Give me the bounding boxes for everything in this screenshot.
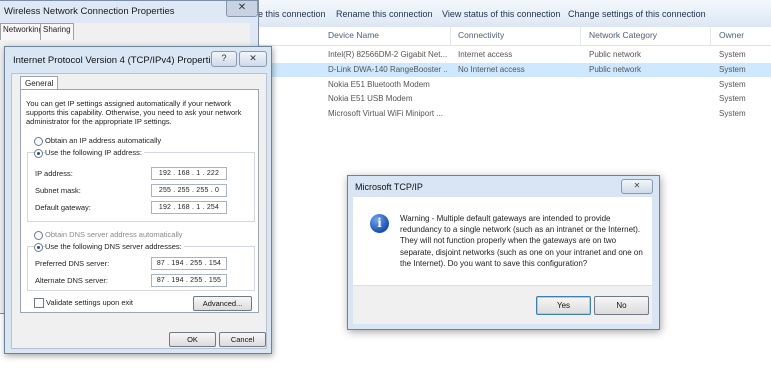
column-connectivity[interactable]: Connectivity: [458, 30, 504, 40]
warning-message-text: Warning - Multiple default gateways are …: [400, 214, 643, 268]
close-button[interactable]: ✕: [621, 179, 653, 194]
toolbar-change-settings[interactable]: Change settings of this connection: [568, 9, 706, 19]
obtain-dns-auto-label[interactable]: Obtain DNS server address automatically: [45, 230, 183, 239]
validate-settings-checkbox[interactable]: [34, 298, 44, 308]
use-following-ip-label[interactable]: Use the following IP address:: [45, 148, 144, 157]
cell-device: Nokia E51 Bluetooth Modem: [328, 80, 430, 89]
default-gateway-field[interactable]: 192 . 168 . 1 . 254: [151, 201, 227, 214]
toolbar-view-status[interactable]: View status of this connection: [442, 9, 560, 19]
use-following-dns-radio[interactable]: [34, 243, 43, 252]
cancel-button[interactable]: Cancel: [219, 332, 266, 347]
use-following-dns-label[interactable]: Use the following DNS server addresses:: [45, 242, 184, 251]
alternate-dns-field[interactable]: 87 . 194 . 255 . 155: [151, 274, 227, 287]
use-following-ip-radio[interactable]: [34, 149, 43, 158]
column-network-category[interactable]: Network Category: [589, 30, 657, 40]
default-gateway-label: Default gateway:: [35, 203, 91, 212]
cell-category: Public network: [589, 65, 642, 74]
obtain-ip-auto-label[interactable]: Obtain an IP address automatically: [45, 136, 161, 145]
close-button[interactable]: ✕: [239, 51, 267, 67]
subnet-mask-label: Subnet mask:: [35, 186, 81, 195]
cell-owner: System: [719, 94, 746, 103]
ipv4-dialog-content: General You can get IP settings assigned…: [11, 73, 267, 349]
intro-text-line: administrator for the appropriate IP set…: [26, 117, 172, 126]
cell-device: Intel(R) 82566DM-2 Gigabit Net...: [328, 50, 448, 59]
connection-row[interactable]: Microsoft Virtual WiFi Miniport ... Syst…: [240, 107, 771, 121]
advanced-button[interactable]: Advanced...: [193, 296, 252, 311]
column-divider[interactable]: [710, 27, 711, 45]
cell-device: D-Link DWA-140 RangeBooster ...: [328, 65, 448, 74]
ipv4-dialog-title: Internet Protocol Version 4 (TCP/IPv4) P…: [13, 55, 221, 66]
subnet-mask-field[interactable]: 255 . 255 . 255 . 0: [151, 184, 227, 197]
warning-dialog-title: Microsoft TCP/IP: [355, 182, 423, 192]
obtain-dns-auto-radio[interactable]: [34, 231, 43, 240]
cell-connectivity: Internet access: [458, 50, 513, 59]
column-owner[interactable]: Owner: [719, 30, 744, 40]
cell-device: Nokia E51 USB Modem: [328, 94, 413, 103]
intro-text-line: You can get IP settings assigned automat…: [26, 99, 232, 108]
cell-owner: System: [719, 80, 746, 89]
cell-owner: System: [719, 109, 746, 118]
ip-address-field[interactable]: 192 . 168 . 1 . 222: [151, 167, 227, 180]
wireless-close-button[interactable]: ✕: [226, 1, 258, 17]
ip-address-label: IP address:: [35, 169, 73, 178]
cell-owner: System: [719, 50, 746, 59]
column-divider[interactable]: [450, 27, 451, 45]
connection-row-selected[interactable]: D-Link DWA-140 RangeBooster ... No Inter…: [240, 63, 771, 77]
warning-dialog-footer: Yes No: [353, 285, 652, 324]
column-device-name[interactable]: Device Name: [328, 30, 379, 40]
alternate-dns-label: Alternate DNS server:: [35, 276, 108, 285]
connection-row[interactable]: Intel(R) 82566DM-2 Gigabit Net... Intern…: [240, 48, 771, 62]
preferred-dns-field[interactable]: 87 . 194 . 255 . 154: [151, 257, 227, 270]
tab-general[interactable]: General: [20, 76, 59, 90]
column-divider[interactable]: [580, 27, 581, 45]
preferred-dns-label: Preferred DNS server:: [35, 259, 110, 268]
obtain-ip-auto-radio[interactable]: [34, 137, 43, 146]
toolbar-diagnose-connection[interactable]: e this connection: [258, 9, 326, 19]
validate-settings-label[interactable]: Validate settings upon exit: [46, 298, 133, 307]
help-button[interactable]: ?: [211, 51, 237, 67]
warning-message-body: i Warning - Multiple default gateways ar…: [353, 197, 652, 285]
connection-row[interactable]: Nokia E51 Bluetooth Modem System: [240, 78, 771, 92]
cell-connectivity: No Internet access: [458, 65, 525, 74]
cell-device: Microsoft Virtual WiFi Miniport ...: [328, 109, 443, 118]
ipv4-properties-dialog: Internet Protocol Version 4 (TCP/IPv4) P…: [4, 46, 272, 354]
cell-owner: System: [719, 65, 746, 74]
intro-text-line: supports this capability. Otherwise, you…: [26, 108, 242, 117]
tab-sharing[interactable]: Sharing: [40, 23, 74, 40]
cell-category: Public network: [589, 50, 642, 59]
column-header-row: Device Name Connectivity Network Categor…: [240, 27, 771, 46]
no-button[interactable]: No: [594, 296, 649, 315]
yes-button[interactable]: Yes: [536, 296, 591, 315]
wireless-window-title: Wireless Network Connection Properties: [4, 6, 175, 17]
tcpip-warning-dialog: Microsoft TCP/IP ✕ i Warning - Multiple …: [347, 175, 660, 330]
connection-row[interactable]: Nokia E51 USB Modem System: [240, 92, 771, 106]
ok-button[interactable]: OK: [169, 332, 216, 347]
toolbar-rename-connection[interactable]: Rename this connection: [336, 9, 433, 19]
information-icon: i: [370, 214, 389, 233]
general-tab-panel: You can get IP settings assigned automat…: [20, 89, 259, 313]
